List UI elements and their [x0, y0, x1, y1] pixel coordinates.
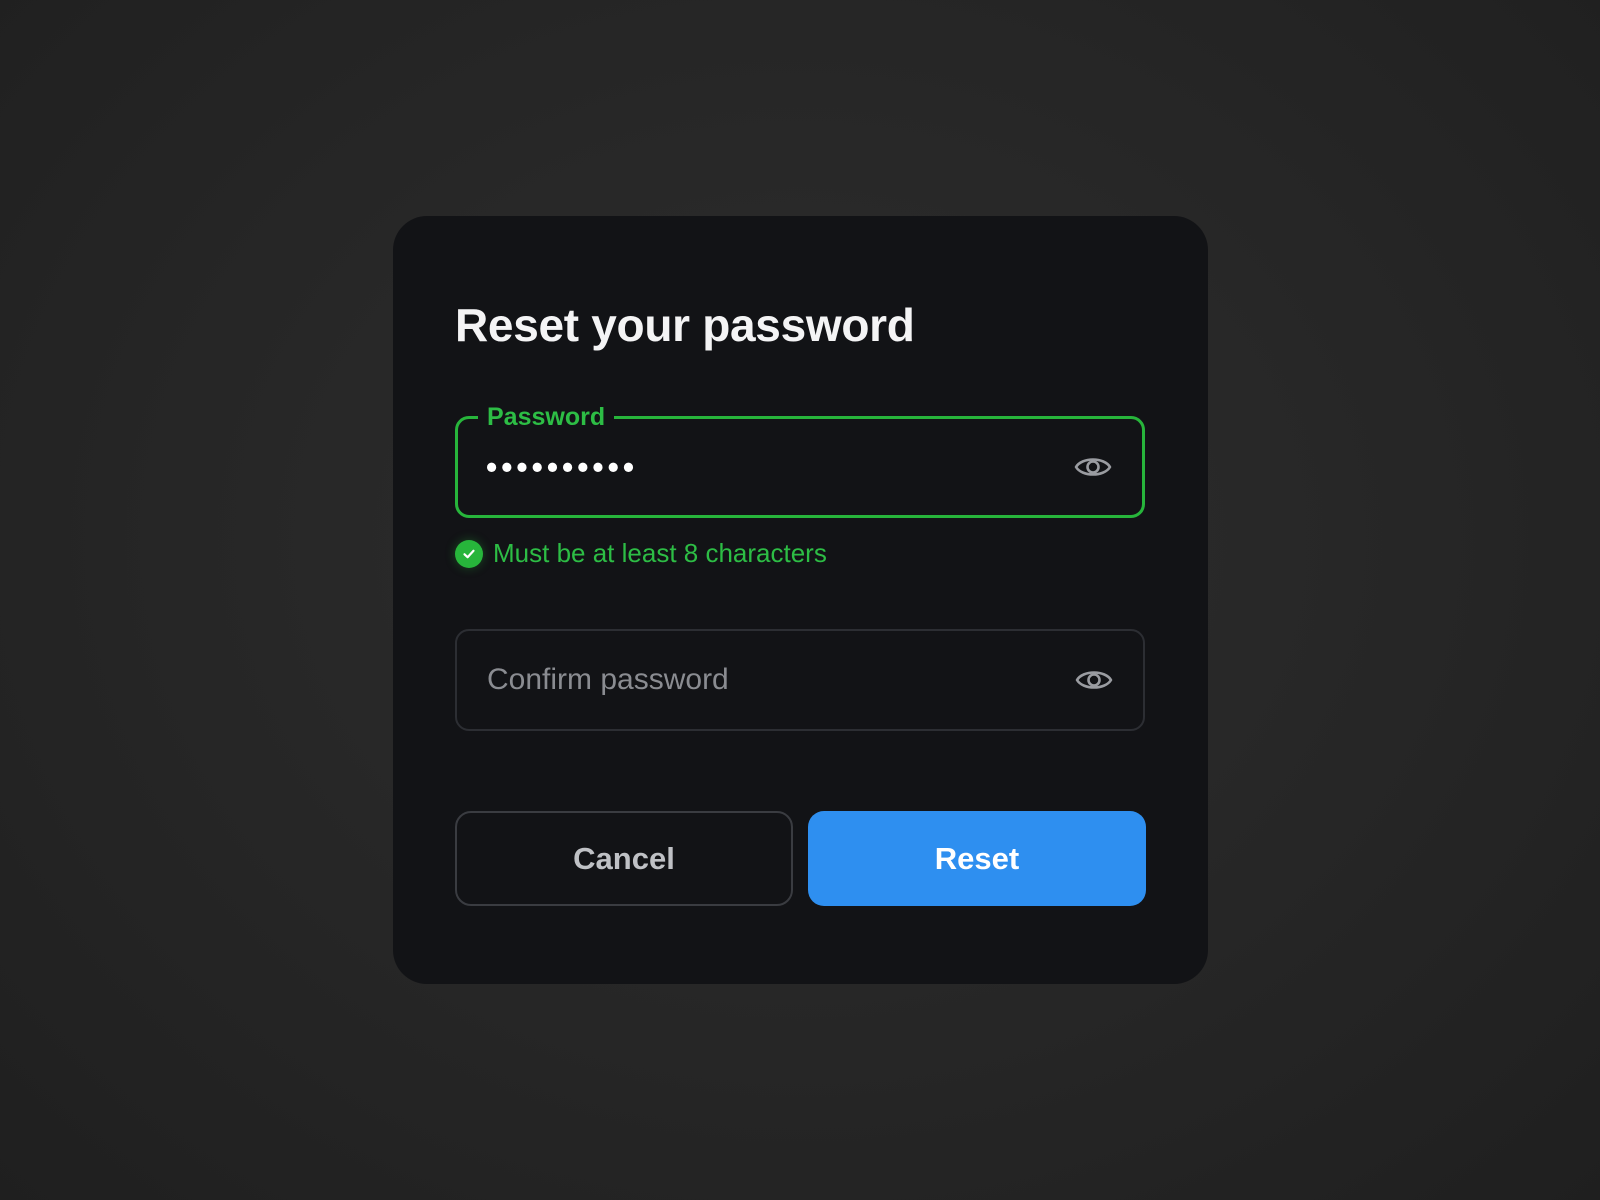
confirm-password-input[interactable] [487, 663, 1047, 697]
reset-password-dialog: Reset your password Password •••••••••• … [393, 216, 1208, 984]
check-circle-icon [455, 539, 483, 568]
dialog-title: Reset your password [455, 299, 915, 351]
password-field[interactable]: Password •••••••••• [455, 400, 1145, 518]
password-masked-value[interactable]: •••••••••• [486, 451, 638, 483]
reset-button[interactable]: Reset [808, 811, 1146, 906]
password-requirement-hint: Must be at least 8 characters [455, 538, 827, 569]
eye-icon[interactable] [1075, 661, 1113, 699]
confirm-password-field[interactable] [455, 629, 1145, 731]
password-label: Password [478, 400, 615, 434]
cancel-button[interactable]: Cancel [455, 811, 793, 906]
hint-text: Must be at least 8 characters [493, 538, 827, 568]
eye-icon[interactable] [1074, 448, 1112, 486]
